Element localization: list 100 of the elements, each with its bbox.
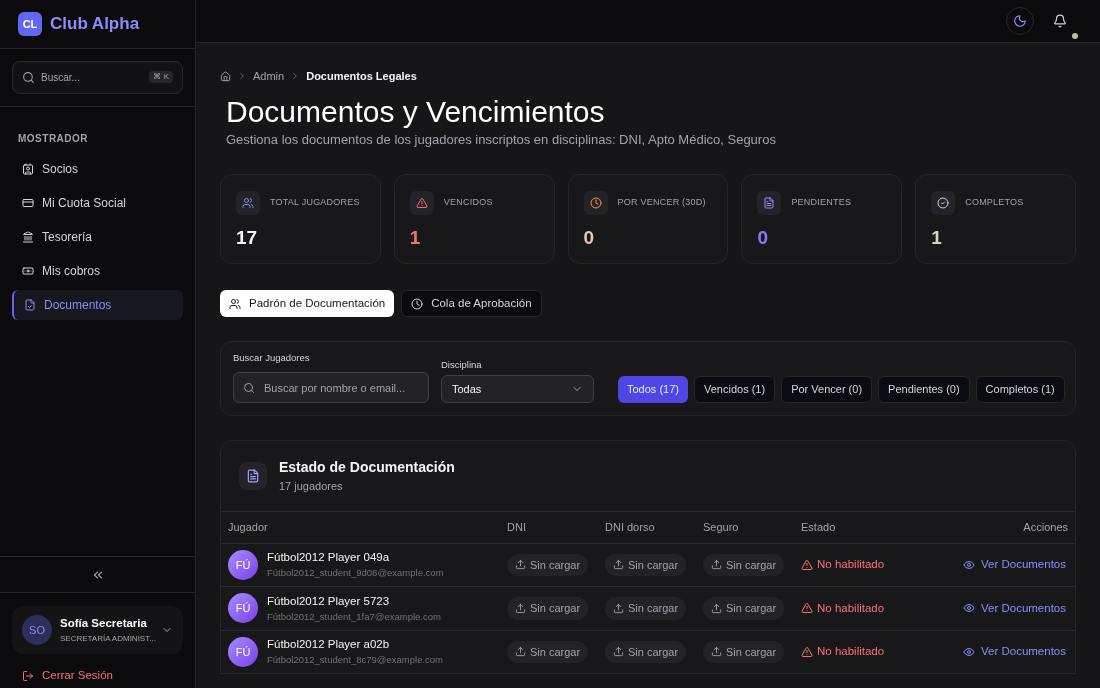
field-label: Buscar Jugadores [233, 350, 311, 365]
stat-label: POR VENCER (30D) [617, 196, 706, 210]
player-email: Fútbol2012_student_1fa7@example.com [267, 609, 441, 624]
breadcrumb-item[interactable]: Admin [253, 68, 285, 85]
upload-status-pill: Sin cargar [703, 597, 785, 620]
sidebar-item[interactable]: Tesorería [12, 222, 183, 252]
player-search-field[interactable]: Buscar por nombre o email... [233, 372, 429, 403]
stat-icon [236, 191, 260, 215]
upload-status-pill: Sin cargar [507, 553, 589, 576]
status-text: No habilitado [801, 556, 935, 574]
stat-value: 1 [409, 226, 422, 250]
user-avatar: SO [22, 615, 52, 645]
status-text: No habilitado [801, 599, 935, 617]
warning-icon [801, 558, 813, 571]
player-email: Fútbol2012_student_9d08@example.com [267, 566, 444, 581]
stat-label: TOTAL JUGADORES [270, 196, 360, 210]
chevron-right-icon [237, 71, 247, 82]
stat-icon [757, 191, 782, 215]
upload-icon [515, 559, 526, 571]
eye-icon [963, 602, 975, 615]
player-name: Fútbol2012 Player 049a [267, 550, 391, 565]
moon-icon [1013, 14, 1027, 28]
user-card[interactable]: SO Sofía Secretaria SECRETARÍA ADMINIST... [12, 606, 183, 654]
view-documents-link[interactable]: Ver Documentos [963, 643, 1068, 661]
stat-value: 1 [931, 226, 943, 250]
stat-value: 0 [757, 226, 769, 250]
upload-status-pill: Sin cargar [605, 597, 687, 620]
card-title: Estado de Documentación [279, 458, 455, 477]
page-title: Documentos y Vencimientos [225, 93, 606, 130]
shortcut-hint: ⌘ K [149, 71, 173, 83]
stat-icon [409, 191, 434, 215]
home-icon[interactable] [220, 70, 231, 82]
nav-icon [22, 265, 34, 277]
player-email: Fútbol2012_student_8c79@example.com [267, 653, 443, 668]
warning-icon [801, 602, 813, 615]
upload-status-pill: Sin cargar [703, 553, 785, 576]
column-header: Seguro [703, 519, 740, 535]
upload-status-pill: Sin cargar [703, 640, 785, 663]
breadcrumb-item: Documentos Legales [306, 69, 417, 84]
sidebar-item[interactable]: Mis cobros [12, 256, 183, 286]
section-label: MOSTRADOR [17, 132, 90, 146]
sidebar-item[interactable]: Socios [12, 154, 183, 184]
column-header: DNI dorso [605, 519, 656, 535]
status-text: No habilitado [801, 643, 935, 661]
eye-icon [963, 645, 975, 658]
discipline-select[interactable]: Todas [441, 375, 594, 403]
stat-icon [583, 191, 608, 215]
eye-icon [963, 558, 975, 571]
search-icon [243, 382, 255, 394]
search-icon [22, 71, 35, 84]
player-avatar: FÚ [228, 593, 258, 624]
logout-icon [22, 670, 34, 682]
tab[interactable]: Padrón de Documentación [220, 290, 395, 317]
column-header: Jugador [228, 519, 269, 535]
sidebar-item[interactable]: Documentos [12, 290, 183, 320]
player-avatar: FÚ [228, 636, 258, 667]
view-documents-link[interactable]: Ver Documentos [963, 599, 1068, 617]
brand-name: Club Alpha [50, 13, 140, 36]
tab-icon [411, 297, 424, 310]
document-icon [239, 461, 267, 490]
nav-icon [24, 299, 36, 311]
filter-chip[interactable]: Por Vencer (0) [781, 376, 873, 403]
upload-icon [515, 646, 526, 658]
upload-icon [711, 602, 722, 614]
tab[interactable]: Cola de Aprobación [401, 290, 542, 317]
player-name: Fútbol2012 Player a02b [267, 637, 391, 652]
card-subtitle: 17 jugadores [279, 479, 344, 494]
filter-chip[interactable]: Todos (17) [618, 376, 688, 403]
upload-icon [613, 602, 624, 614]
player-name: Fútbol2012 Player 5723 [267, 593, 391, 609]
upload-status-pill: Sin cargar [507, 640, 589, 663]
view-documents-link[interactable]: Ver Documentos [963, 556, 1068, 574]
warning-icon [801, 645, 813, 658]
tab-icon [229, 297, 241, 310]
stat-value: 17 [236, 226, 259, 250]
filter-chip[interactable]: Completos (1) [975, 376, 1065, 403]
column-header: DNI [507, 519, 527, 535]
nav-icon [22, 231, 34, 243]
upload-icon [613, 646, 624, 658]
logo: CL [18, 12, 42, 36]
column-header: Acciones [1023, 519, 1068, 535]
upload-icon [613, 559, 624, 571]
upload-status-pill: Sin cargar [605, 553, 687, 576]
logout-link[interactable]: Cerrar Sesión [12, 664, 183, 688]
player-avatar: FÚ [228, 549, 258, 580]
column-header: Estado [801, 519, 837, 535]
stat-label: VENCIDOS [443, 196, 493, 210]
sidebar-item[interactable]: Mi Cuota Social [12, 188, 183, 218]
upload-status-pill: Sin cargar [507, 597, 589, 620]
stat-label: COMPLETOS [965, 196, 1024, 210]
stat-label: PENDIENTES [791, 196, 852, 210]
field-label: Disciplina [441, 357, 483, 372]
upload-status-pill: Sin cargar [605, 640, 687, 663]
user-name: Sofía Secretaria [60, 616, 148, 632]
page-subtitle: Gestiona los documentos de los jugadores inscriptos en disciplinas: DNI, Apto Médico, Seguros [225, 130, 777, 149]
upload-icon [711, 646, 722, 658]
upload-icon [711, 559, 722, 571]
filter-chip[interactable]: Vencidos (1) [694, 376, 776, 403]
upload-icon [515, 602, 526, 614]
filter-chip[interactable]: Pendientes (0) [878, 376, 970, 403]
